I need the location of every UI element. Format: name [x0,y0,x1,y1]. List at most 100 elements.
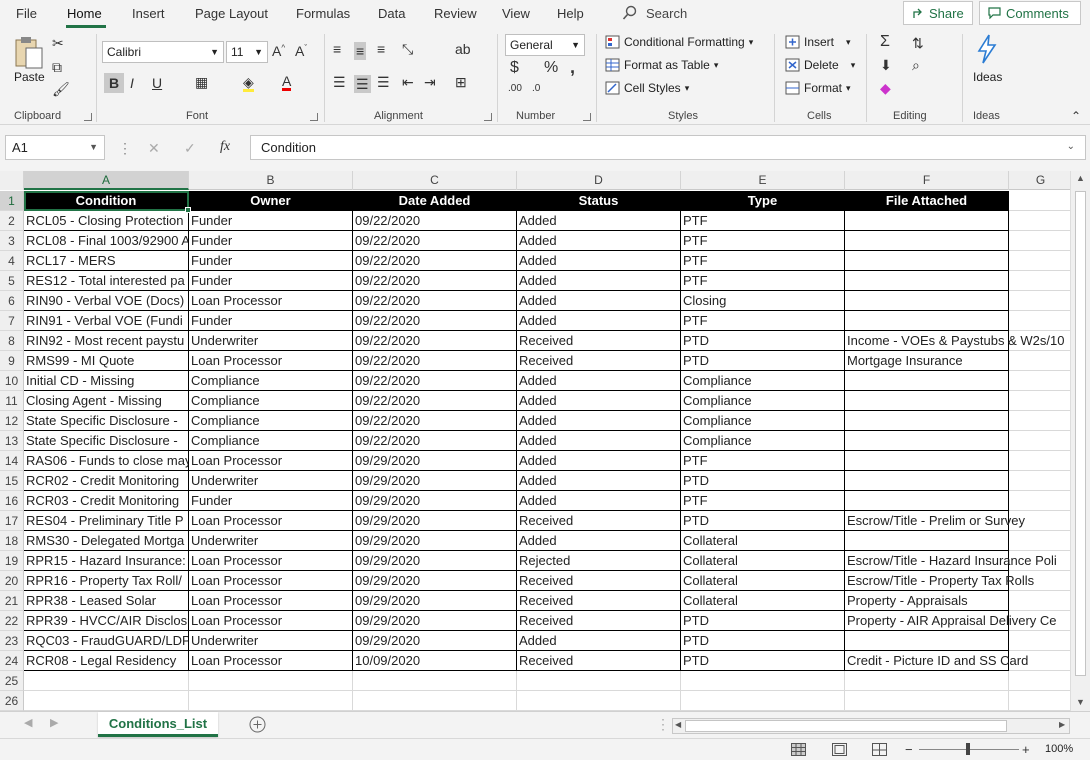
header-cell-condition[interactable]: Condition [24,191,189,211]
cell-file-attached[interactable]: Property - AIR Appraisal Delivery Ce [845,611,1057,631]
empty-cell[interactable] [1009,371,1070,391]
cell-condition[interactable]: Closing Agent - Missing [24,391,189,411]
cell-owner[interactable]: Funder [189,311,353,331]
cell-type[interactable]: Compliance [681,411,845,431]
cell-status[interactable]: Added [517,211,681,231]
cell-date-added[interactable]: 09/22/2020 [353,431,517,451]
row-header[interactable]: 24 [0,651,24,671]
cell-owner[interactable]: Underwriter [189,331,353,351]
empty-cell[interactable] [1009,291,1070,311]
row-header[interactable]: 5 [0,271,24,291]
cell-condition[interactable]: RCR08 - Legal Residency [24,651,189,671]
cell-status[interactable]: Added [517,311,681,331]
cell-owner[interactable]: Funder [189,251,353,271]
cell-owner[interactable]: Compliance [189,431,353,451]
align-center-icon[interactable]: ☰ [354,75,371,93]
cell-file-attached[interactable] [845,271,1009,291]
cell-status[interactable]: Added [517,631,681,651]
cell-file-attached[interactable]: Escrow/Title - Prelim or Survey [845,511,1025,531]
cell-file-attached[interactable] [845,491,1009,511]
row-header[interactable]: 20 [0,571,24,591]
row-header[interactable]: 3 [0,231,24,251]
empty-cell[interactable] [681,671,845,691]
cell-owner[interactable]: Funder [189,231,353,251]
cell-condition[interactable]: RES04 - Preliminary Title P [24,511,189,531]
cell-condition[interactable]: RCR03 - Credit Monitoring [24,491,189,511]
empty-cell[interactable] [1009,531,1070,551]
header-cell-type[interactable]: Type [681,191,845,211]
page-layout-view-icon[interactable] [832,743,847,756]
cell-date-added[interactable]: 09/22/2020 [353,231,517,251]
cell-condition[interactable]: RMS99 - MI Quote [24,351,189,371]
empty-cell[interactable] [845,671,1009,691]
cell-type[interactable]: PTF [681,211,845,231]
cell-condition[interactable]: RPR38 - Leased Solar [24,591,189,611]
cell-status[interactable]: Received [517,351,681,371]
cell-owner[interactable]: Loan Processor [189,511,353,531]
alignment-launcher[interactable] [484,113,492,121]
cell-condition[interactable]: RPR15 - Hazard Insurance: [24,551,189,571]
cell-owner[interactable]: Compliance [189,391,353,411]
empty-cell[interactable] [1009,311,1070,331]
number-format-combo[interactable]: General ▼ [505,34,585,56]
add-sheet-icon[interactable] [249,716,266,733]
cell-date-added[interactable]: 09/22/2020 [353,411,517,431]
cell-date-added[interactable]: 09/22/2020 [353,371,517,391]
cell-status[interactable]: Added [517,471,681,491]
formula-input[interactable]: Condition ⌄ [250,135,1086,160]
cell-file-attached[interactable] [845,531,1009,551]
empty-cell[interactable] [845,691,1009,711]
cell-date-added[interactable]: 09/22/2020 [353,251,517,271]
cell-owner[interactable]: Loan Processor [189,611,353,631]
cell-status[interactable]: Added [517,251,681,271]
cell-status[interactable]: Received [517,591,681,611]
cell-file-attached[interactable] [845,631,1009,651]
increase-font-icon[interactable]: A^ [272,44,285,58]
header-cell-date-added[interactable]: Date Added [353,191,517,211]
cell-condition[interactable]: RCL05 - Closing Protection [24,211,189,231]
cell-file-attached[interactable]: Mortgage Insurance [845,351,1009,371]
row-header[interactable]: 1 [0,191,24,211]
zoom-level[interactable]: 100% [1045,743,1073,755]
cell-date-added[interactable]: 09/29/2020 [353,551,517,571]
format-as-table-button[interactable]: Format as Table ▾ [605,58,718,72]
format-cells-button[interactable]: Format ▾ [785,81,851,95]
cell-owner[interactable]: Loan Processor [189,291,353,311]
cell-type[interactable]: PTD [681,471,845,491]
empty-cell[interactable] [1009,671,1070,691]
cell-status[interactable]: Added [517,231,681,251]
cell-condition[interactable]: RCR02 - Credit Monitoring [24,471,189,491]
cell-condition[interactable]: RIN91 - Verbal VOE (Fundi [24,311,189,331]
decrease-font-icon[interactable]: Aˇ [295,44,307,58]
header-cell-file-attached[interactable]: File Attached [845,191,1009,211]
cell-date-added[interactable]: 09/29/2020 [353,511,517,531]
cell-type[interactable]: Closing [681,291,845,311]
cut-icon[interactable]: ✂ [52,36,64,50]
cell-status[interactable]: Received [517,571,681,591]
cell-condition[interactable]: RPR16 - Property Tax Roll/ [24,571,189,591]
delete-cells-button[interactable]: Delete ▾ [785,58,855,72]
column-header-a[interactable]: A [24,171,189,190]
row-header[interactable]: 9 [0,351,24,371]
cell-owner[interactable]: Loan Processor [189,571,353,591]
next-sheet-icon[interactable]: ▶ [50,718,58,729]
cell-owner[interactable]: Funder [189,271,353,291]
split-handle-icon[interactable]: ⋮ [656,717,670,731]
column-header-e[interactable]: E [681,171,845,190]
empty-cell[interactable] [1009,211,1070,231]
cell-date-added[interactable]: 09/29/2020 [353,631,517,651]
fill-icon[interactable]: ⬇ [880,58,892,72]
increase-decimal-icon[interactable]: .00 [508,84,522,94]
expand-formula-icon[interactable]: ⌄ [1067,141,1075,152]
cell-type[interactable]: PTF [681,451,845,471]
cell-owner[interactable]: Loan Processor [189,651,353,671]
align-left-icon[interactable]: ☰ [333,75,346,89]
cell-status[interactable]: Added [517,531,681,551]
empty-cell[interactable] [1009,691,1070,711]
column-header-f[interactable]: F [845,171,1009,190]
tab-home[interactable]: Home [67,6,102,21]
row-header[interactable]: 14 [0,451,24,471]
cell-file-attached[interactable] [845,451,1009,471]
empty-cell[interactable] [1009,391,1070,411]
sheet-tab-conditions-list[interactable]: Conditions_List [98,712,218,737]
